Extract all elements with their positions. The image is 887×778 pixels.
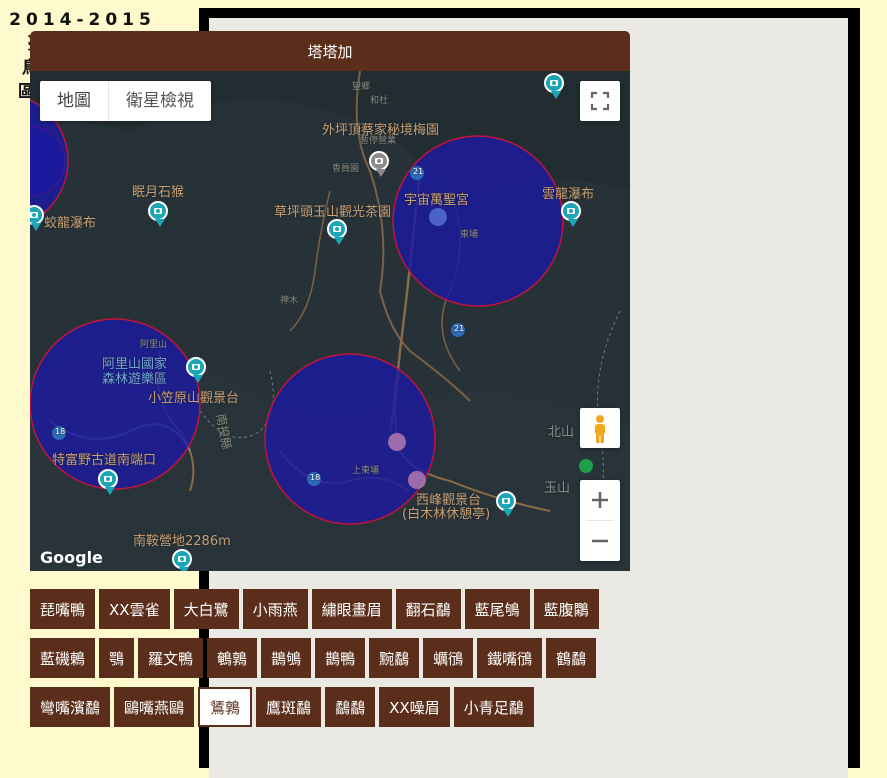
poi-camera-icon[interactable] xyxy=(561,201,581,227)
bird-button[interactable]: 鶚 xyxy=(99,638,135,678)
bird-button[interactable]: 琵嘴鴨 xyxy=(30,589,96,629)
bird-button[interactable]: 羅文鴨 xyxy=(138,638,204,678)
road-label: 21 xyxy=(413,167,424,176)
zoom-out-button[interactable] xyxy=(580,521,620,561)
bird-button[interactable]: 蠣鴴 xyxy=(423,638,474,678)
place-label: 阿里山國家 森林遊樂區 xyxy=(102,357,168,387)
bird-button[interactable]: 彎嘴濱鷸 xyxy=(30,687,111,727)
map-type-map-button[interactable]: 地圖 xyxy=(40,81,109,121)
place-label: 宇宙萬聖宮 xyxy=(404,193,470,208)
place-label: 望鄉 xyxy=(352,82,371,92)
bird-button[interactable]: 藍尾鴝 xyxy=(464,589,530,629)
place-label: 和社 xyxy=(370,96,389,106)
minus-icon xyxy=(592,539,608,543)
place-label: 特富野古道南端口 xyxy=(52,453,157,468)
bird-button[interactable]: 大白鷺 xyxy=(173,589,239,629)
poi-camera-icon[interactable] xyxy=(172,549,192,571)
place-label: 北山 xyxy=(548,425,575,440)
poi-camera-icon[interactable] xyxy=(544,73,564,99)
place-label: 草坪頭玉山觀光茶園 xyxy=(274,205,392,220)
place-label: 雲龍瀑布 xyxy=(542,187,595,202)
place-label: 阿里山 xyxy=(140,340,168,350)
poi-camera-icon[interactable] xyxy=(327,219,347,245)
bird-button[interactable]: 藍磯鶇 xyxy=(30,638,96,678)
poi-camera-icon[interactable] xyxy=(369,151,389,177)
title-line: 2014-2015 xyxy=(9,10,156,30)
bird-button[interactable]: XX噪眉 xyxy=(379,687,450,727)
place-label: 蛟龍瀑布 xyxy=(44,216,97,231)
place-label: 暫停營業 xyxy=(360,136,397,146)
sample-circle[interactable] xyxy=(264,353,436,525)
poi-camera-icon[interactable] xyxy=(148,201,168,227)
poi-camera-icon[interactable] xyxy=(186,357,206,383)
bird-button[interactable]: 鵲鴝 xyxy=(261,638,312,678)
poi-camera-icon[interactable] xyxy=(98,469,118,495)
bird-button[interactable]: 翻石鷸 xyxy=(395,589,461,629)
map-terrain xyxy=(30,71,630,571)
bird-button[interactable]: 鷸鷸 xyxy=(325,687,376,727)
bird-button[interactable]: 繡眼畫眉 xyxy=(311,589,392,629)
google-logo: Google xyxy=(40,548,103,567)
bird-button[interactable]: 鵟鶉 xyxy=(198,687,253,727)
bird-button[interactable]: 小青足鷸 xyxy=(453,687,534,727)
bird-button[interactable]: 小雨燕 xyxy=(242,589,308,629)
place-label: 東埔 xyxy=(460,230,479,240)
place-label: 南鞍營地2286m xyxy=(133,534,231,549)
bird-point[interactable] xyxy=(408,471,426,489)
map-type-control: 地圖 衛星檢視 xyxy=(40,81,211,121)
fullscreen-icon xyxy=(590,91,610,111)
bird-button[interactable]: 鵪鶉 xyxy=(207,638,258,678)
bird-button-list: 琵嘴鴨 XX雲雀 大白鷺 小雨燕 繡眼畫眉 翻石鷸 藍尾鴝 藍腹鷴 藍磯鶇鶚羅文鴨 鵪鶉 鵲鴝 鵲鴨黦… xyxy=(30,589,630,736)
bird-button[interactable]: 鷗嘴燕鷗 xyxy=(114,687,195,727)
bird-button-row: 彎嘴濱鷸 鷗嘴燕鷗 鵟鶉 鷹斑鷸 鷸鷸 XX噪眉 小青足鷸 xyxy=(30,687,630,727)
road-label: 18 xyxy=(55,427,66,436)
bird-button-row: 琵嘴鴨 XX雲雀 大白鷺 小雨燕 繡眼畫眉 翻石鷸 藍尾鴝 藍腹鷴 xyxy=(30,589,630,629)
place-label: 眠月石猴 xyxy=(132,185,185,200)
pegman-icon xyxy=(595,415,605,443)
place-label: 玉山 xyxy=(544,481,571,496)
zoom-in-button[interactable] xyxy=(580,480,620,520)
map-view[interactable]: 外坪頂蔡家秘境梅園 暫停營業 香員園 望鄉 和社 草坪頭玉山觀光茶園 宇宙萬聖宮… xyxy=(30,71,630,571)
bird-button[interactable]: 鷹斑鷸 xyxy=(256,687,322,727)
road-label: 21 xyxy=(454,324,465,333)
place-label: 神木 xyxy=(280,296,299,306)
place-label: (白木林休憩亭) xyxy=(402,507,491,522)
place-label: 香員園 xyxy=(332,164,360,174)
zoom-control xyxy=(580,480,620,561)
map-type-satellite-button[interactable]: 衛星檢視 xyxy=(109,81,211,121)
bird-button[interactable]: 鐵嘴鴴 xyxy=(477,638,543,678)
bird-button[interactable]: 鶴鷸 xyxy=(546,638,597,678)
road-label: 18 xyxy=(310,473,321,482)
fullscreen-button[interactable] xyxy=(580,81,620,121)
bird-button[interactable]: 鵲鴨 xyxy=(315,638,366,678)
bird-button[interactable]: 藍腹鷴 xyxy=(533,589,599,629)
bird-button[interactable]: XX雲雀 xyxy=(99,589,170,629)
map-header: 塔塔加 xyxy=(30,31,630,71)
bird-button-row: 藍磯鶇鶚羅文鴨 鵪鶉 鵲鴝 鵲鴨 黦鷸 蠣鴴 鐵嘴鴴 鶴鷸 xyxy=(30,638,630,678)
bird-button[interactable]: 黦鷸 xyxy=(369,638,420,678)
place-label: 上東埔 xyxy=(352,466,380,476)
street-view-pegman[interactable] xyxy=(580,408,620,448)
poi-camera-icon[interactable] xyxy=(496,491,516,517)
place-label: 小笠原山觀景台 xyxy=(148,391,240,406)
plus-icon xyxy=(592,492,608,508)
sample-circle[interactable] xyxy=(392,135,564,307)
bird-point[interactable] xyxy=(388,433,406,451)
